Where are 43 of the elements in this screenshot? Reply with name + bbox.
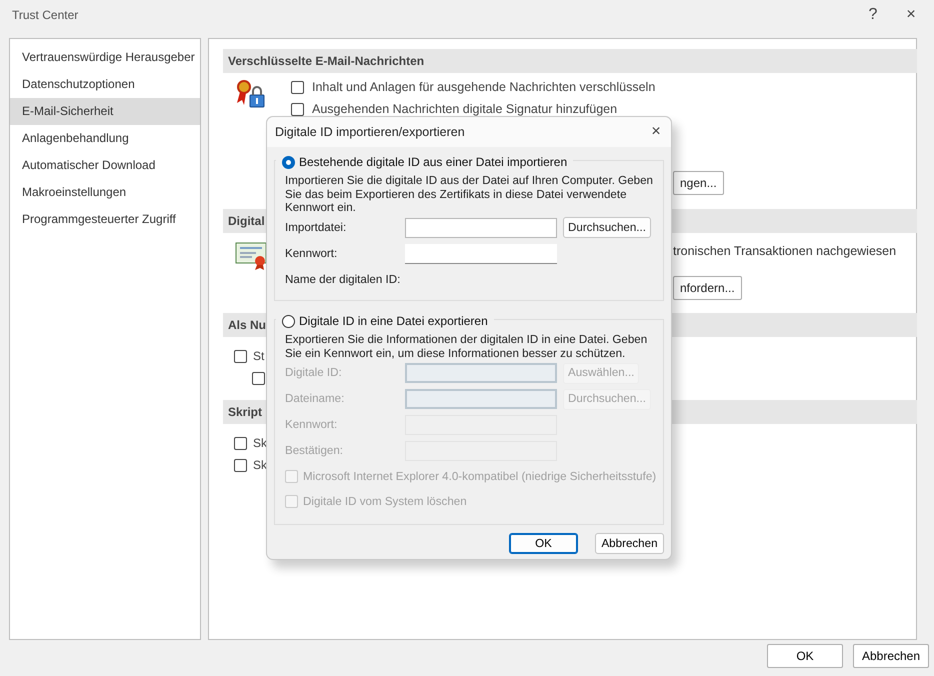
close-button[interactable]: × <box>641 119 671 145</box>
settings-button[interactable]: nfordern... <box>673 276 742 300</box>
sidebar-item[interactable]: Vertrauenswürdige Herausgeber <box>10 44 200 71</box>
input-field[interactable] <box>405 218 557 238</box>
dialog-button[interactable]: Abbrechen <box>595 533 664 554</box>
browse-button[interactable]: Durchsuchen... <box>563 217 651 238</box>
section-header: Verschlüsselte E-Mail-Nachrichten <box>223 49 917 73</box>
checkbox[interactable] <box>234 350 247 362</box>
sidebar-item[interactable]: Programmgesteuerter Zugriff <box>10 206 200 233</box>
dialog-button[interactable]: Abbrechen <box>853 644 929 668</box>
password-field[interactable] <box>405 244 557 264</box>
sidebar-item[interactable]: E-Mail-Sicherheit <box>10 98 200 125</box>
checkbox-label: Ausgehenden Nachrichten digitale Signatur hinzufügen <box>312 100 618 118</box>
field-label: Digitale ID: <box>285 365 343 382</box>
checkbox-label: Sk <box>253 457 268 474</box>
description-text: tronischen Transaktionen nachgewiesen <box>673 243 896 259</box>
certificate-icon <box>235 241 269 271</box>
certificate-lock-icon <box>235 79 267 109</box>
sidebar-item[interactable]: Datenschutzoptionen <box>10 71 200 98</box>
checkbox[interactable] <box>252 372 265 384</box>
checkbox[interactable] <box>291 102 304 116</box>
close-button[interactable]: × <box>896 2 926 28</box>
checkbox-label: Inhalt und Anlagen für ausgehende Nachrichten verschlüsseln <box>312 78 656 96</box>
checkbox[interactable] <box>291 80 304 94</box>
sidebar-item[interactable]: Automatischer Download <box>10 152 200 179</box>
checkbox-label: Microsoft Internet Explorer 4.0-kompatibel (niedrige Sicherheitsstufe) <box>303 468 656 485</box>
dialog-button[interactable]: OK <box>509 533 578 554</box>
field-label: Bestätigen: <box>285 443 344 460</box>
checkbox[interactable] <box>234 458 247 472</box>
checkbox-label: Sk <box>253 435 268 452</box>
checkbox[interactable] <box>234 436 247 450</box>
checkbox-label: St <box>253 348 264 365</box>
window-title: Trust Center <box>12 7 78 24</box>
dialog-button[interactable]: OK <box>767 644 843 668</box>
dialog-title: Digitale ID importieren/exportieren <box>275 124 465 141</box>
sidebar-item[interactable]: Anlagenbehandlung <box>10 125 200 152</box>
settings-button[interactable]: ngen... <box>673 171 724 195</box>
field-label: Name der digitalen ID: <box>285 272 402 288</box>
checkbox-label: Digitale ID vom System löschen <box>303 494 467 510</box>
field-label: Kennwort: <box>285 246 338 262</box>
sidebar-item[interactable]: Makroeinstellungen <box>10 179 200 206</box>
field-label: Importdatei: <box>285 220 348 236</box>
help-button[interactable]: ? <box>858 2 888 28</box>
